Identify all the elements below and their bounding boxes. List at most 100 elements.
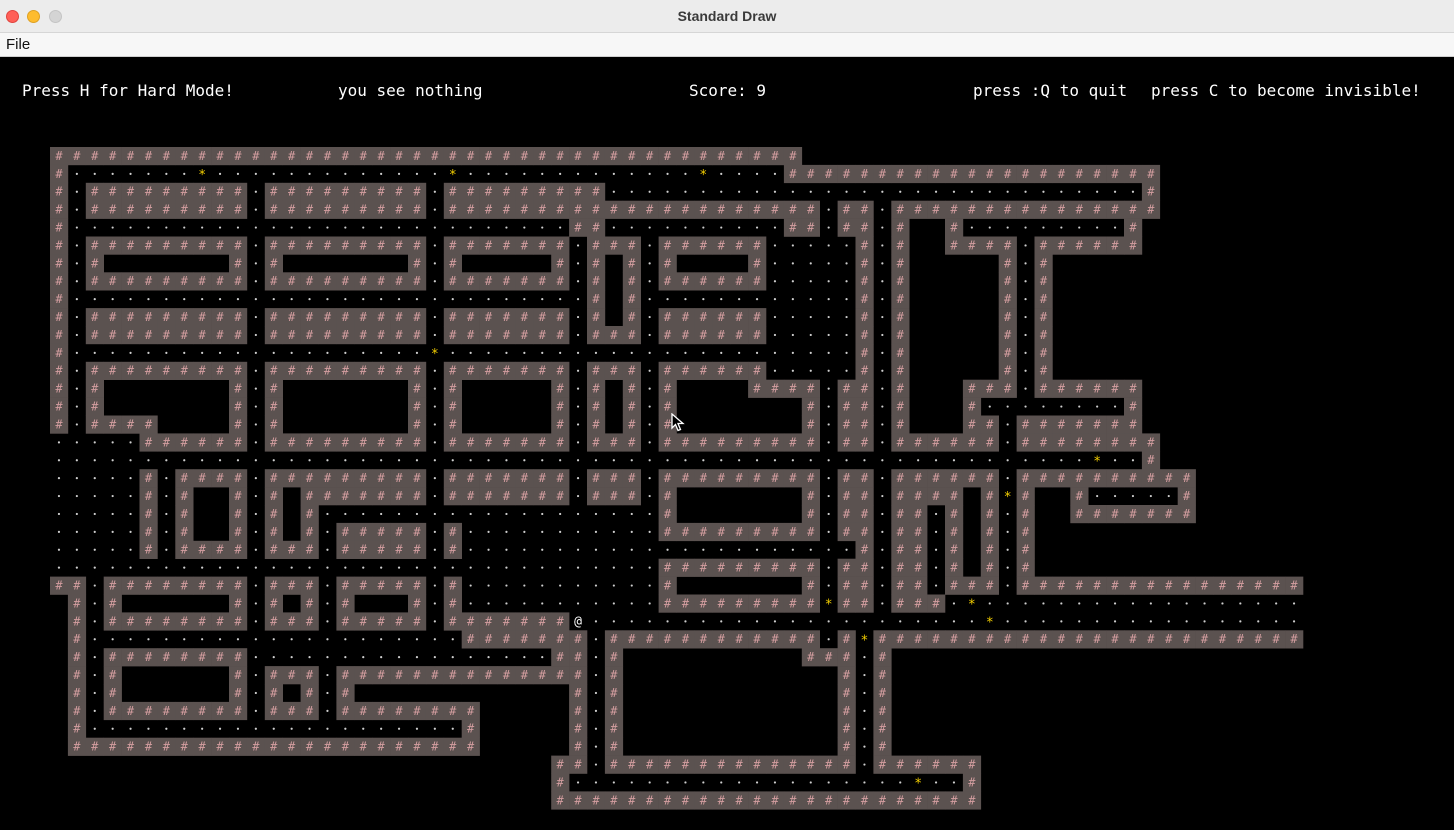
- wall-glyph: #: [163, 238, 171, 252]
- wall-glyph: #: [378, 525, 386, 539]
- floor-tile: [326, 351, 329, 354]
- wall-glyph: #: [950, 435, 958, 449]
- floor-tile: [129, 566, 132, 569]
- menu-file[interactable]: File: [6, 36, 30, 53]
- wall-glyph: #: [145, 274, 153, 288]
- wall-glyph: #: [342, 149, 350, 163]
- wall-glyph: #: [700, 471, 708, 485]
- wall-glyph: #: [753, 525, 761, 539]
- wall-glyph: #: [360, 185, 368, 199]
- floor-tile: [541, 548, 544, 551]
- floor-tile: [487, 512, 490, 516]
- floor-tile: [433, 602, 436, 605]
- wall-glyph: #: [324, 149, 332, 163]
- wall-glyph: #: [843, 489, 851, 503]
- wall-glyph: #: [843, 167, 851, 181]
- wall-glyph: #: [1273, 632, 1281, 646]
- floor-tile: [827, 262, 830, 265]
- wall-glyph: #: [1183, 471, 1191, 485]
- floor-tile: [254, 423, 257, 426]
- wall-glyph: #: [145, 238, 153, 252]
- floor-tile: [397, 459, 401, 462]
- floor-tile: [362, 351, 365, 354]
- wall-glyph: #: [127, 149, 135, 163]
- wall-glyph: #: [181, 650, 189, 664]
- wall-glyph: #: [163, 740, 171, 754]
- wall-glyph: #: [234, 596, 242, 610]
- floor-tile: [111, 298, 114, 301]
- wall-glyph: #: [557, 614, 565, 628]
- game-canvas[interactable]: Press H for Hard Mode! you see nothing S…: [0, 57, 1454, 830]
- wall-glyph: #: [610, 740, 618, 754]
- wall-glyph: #: [682, 364, 690, 378]
- wall-glyph: #: [861, 543, 869, 557]
- wall-glyph: #: [682, 793, 690, 807]
- window-title: Standard Draw: [677, 8, 777, 24]
- floor-tile: [308, 656, 311, 659]
- floor-tile: [917, 459, 920, 462]
- wall-glyph: #: [199, 578, 207, 592]
- floor-tile: [254, 190, 257, 193]
- floor-tile: [1006, 512, 1009, 516]
- floor-tile: [863, 763, 866, 766]
- wall-glyph: #: [306, 328, 314, 342]
- wall-glyph: #: [216, 471, 224, 485]
- wall-glyph: #: [288, 435, 296, 449]
- wall-glyph: #: [807, 203, 815, 217]
- wall-glyph: #: [234, 525, 242, 539]
- floor-tile: [254, 333, 257, 337]
- wall-glyph: #: [932, 203, 940, 217]
- floor-tile: [218, 172, 222, 175]
- wall-glyph: #: [771, 149, 779, 163]
- wall-glyph: #: [449, 471, 457, 485]
- wall-glyph: #: [825, 167, 833, 181]
- floor-tile: [415, 512, 419, 516]
- wall-glyph: #: [342, 310, 350, 324]
- floor-tile: [1257, 620, 1260, 623]
- floor-tile: [630, 512, 633, 516]
- floor-tile: [755, 226, 759, 229]
- wall-glyph: #: [324, 489, 332, 503]
- wall-glyph: #: [843, 704, 851, 718]
- floor-tile: [541, 602, 544, 605]
- wall-glyph: #: [628, 757, 636, 771]
- wall-glyph: #: [145, 543, 153, 557]
- wall-glyph: #: [950, 525, 958, 539]
- floor-tile: [755, 351, 759, 354]
- floor-tile: [612, 351, 615, 354]
- wall-glyph: #: [324, 185, 332, 199]
- wall-glyph: #: [395, 614, 403, 628]
- wall-glyph: #: [879, 686, 887, 700]
- floor-tile: [594, 566, 598, 569]
- floor-tile: [326, 620, 329, 623]
- floor-tile: [308, 566, 311, 569]
- floor-tile: [863, 727, 866, 730]
- floor-tile: [111, 512, 114, 516]
- wall-glyph: #: [342, 185, 350, 199]
- wall-glyph: #: [1147, 453, 1155, 467]
- floor-tile: [881, 262, 884, 265]
- wall-glyph: #: [163, 614, 171, 628]
- floor-tile: [755, 172, 759, 175]
- wall-glyph: #: [342, 543, 350, 557]
- floor-tile: [1167, 620, 1170, 623]
- floor-tile: [559, 351, 562, 354]
- wall-glyph: #: [270, 740, 278, 754]
- floor-tile: [93, 459, 96, 462]
- floor-tile: [630, 781, 633, 784]
- wall-glyph: #: [753, 149, 761, 163]
- floor-tile: [254, 638, 257, 641]
- wall-glyph: #: [1147, 185, 1155, 199]
- floor-tile: [433, 656, 436, 659]
- floor-tile: [326, 691, 329, 695]
- wall-glyph: #: [503, 435, 511, 449]
- wall-glyph: #: [807, 561, 815, 575]
- wall-glyph: #: [1040, 167, 1048, 181]
- wall-glyph: #: [109, 614, 117, 628]
- wall-glyph: #: [521, 310, 529, 324]
- floor-tile: [881, 226, 884, 229]
- wall-glyph: #: [109, 238, 117, 252]
- wall-glyph: #: [288, 310, 296, 324]
- floor-tile: [165, 477, 168, 480]
- floor-tile: [57, 566, 61, 569]
